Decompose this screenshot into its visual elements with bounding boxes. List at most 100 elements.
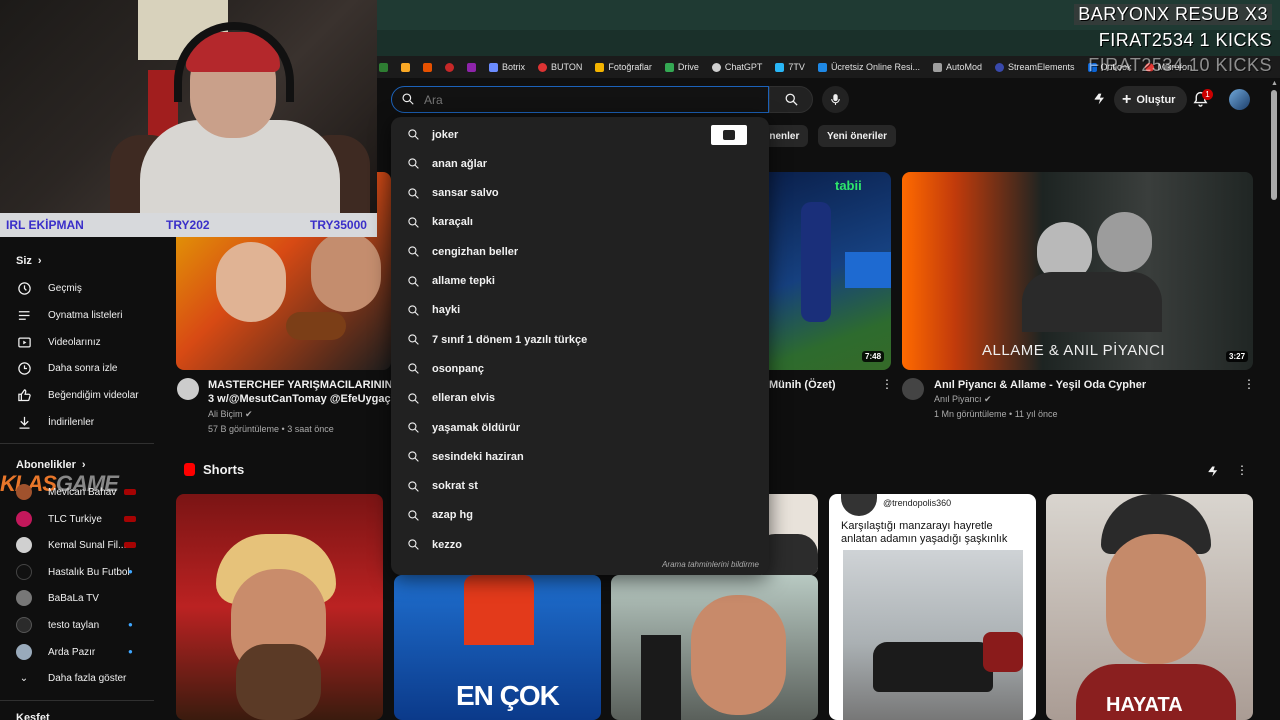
bookmark-extension-icon[interactable] [379,62,388,72]
bookmark-extension-icon[interactable] [467,62,476,72]
playlist-icon [14,308,34,323]
short-thumbnail[interactable]: EN ÇOK [394,575,601,720]
video-thumbnail[interactable]: tabii [755,172,891,370]
chevron-right-icon: › [81,459,86,471]
video-title[interactable]: Anıl Piyancı & Allame - Yeşil Oda Cypher [934,378,1234,392]
search-suggestion-item[interactable]: hayki [391,296,769,325]
extension-icon[interactable] [1092,91,1108,112]
screen: BARYONX RESUB X3 FIRAT2534 1 KICKS Botri… [0,0,1280,720]
suggestion-text: sesindeki haziran [432,450,524,463]
search-icon [401,92,415,111]
more-options-icon[interactable]: ⋮ [1243,377,1255,391]
sidebar-subscriptions-header[interactable]: Abonelikler › [16,459,86,471]
search-icon [407,450,420,463]
verified-icon: ✔ [245,409,253,419]
create-button[interactable]: + Oluştur [1114,86,1188,113]
subscription-item[interactable]: testo taylan [16,616,99,634]
short-thumbnail[interactable]: HAYATA [1046,494,1253,720]
video-title[interactable]: Münih (Özet) [769,378,879,392]
suggestion-text: sokrat st [432,480,478,493]
subscription-item[interactable]: Hastalık Bu Futbol [16,563,130,581]
search-icon [407,392,420,405]
search-icon [407,304,420,317]
video-title[interactable]: MASTERCHEF YARIŞMACILARININ RE [208,378,391,392]
bookmark-botrix[interactable]: Botrix [489,62,525,72]
thumbnail-text: ALLAME & ANIL PİYANCI [982,342,1166,359]
bookmark-drive[interactable]: Drive [664,62,699,72]
search-suggestion-item[interactable]: allame tepki [391,267,769,296]
bookmark-automod[interactable]: AutoMod [932,62,982,72]
donation-goal-target: TRY35000 [310,218,367,232]
subscription-item[interactable]: BaBaLa TV [16,589,99,607]
sidebar-show-more[interactable]: ⌄ Daha fazla göster [16,668,127,688]
suggestion-text: karaçalı [432,216,473,229]
short-thumbnail[interactable] [176,494,383,720]
more-options-icon[interactable]: ⋮ [881,377,893,391]
channel-avatar[interactable] [177,378,199,400]
donation-goal-current: TRY202 [166,218,210,232]
search-button[interactable] [769,86,813,113]
sidebar-item-liked-videos[interactable]: Beğendiğim videolar [14,385,139,405]
suggestion-text: cengizhan beller [432,245,519,258]
bookmark-ucretsiz[interactable]: Ücretsiz Online Resi... [817,62,920,72]
search-suggestion-item[interactable]: sansar salvo [391,179,769,208]
search-suggestion-item[interactable]: sokrat st [391,472,769,501]
sidebar-item-history[interactable]: Geçmiş [14,278,82,298]
subscription-item[interactable]: TLC Turkiye [16,510,102,528]
search-box[interactable] [391,86,769,113]
search-suggestion-item[interactable]: elleran elvis [391,384,769,413]
bookmark-extension-icon[interactable] [445,62,454,72]
channel-avatar [16,484,32,500]
bookmark-extension-icon[interactable] [401,62,410,72]
bookmark-chatgpt[interactable]: ChatGPT [711,62,762,72]
search-suggestion-item[interactable]: azap hg [391,501,769,530]
video-title-line2[interactable]: 3 w/@MesutCanTomay @EfeUygaçYou [208,392,391,406]
bookmark-7tv[interactable]: 7TV [775,62,805,72]
suggestion-text: elleran elvis [432,392,495,405]
search-suggestion-item[interactable]: 7 sınıf 1 dönem 1 yazılı türkçe [391,325,769,354]
search-input[interactable] [424,92,724,107]
short-thumbnail[interactable]: @trendopolis360 Karşılaştığı manzarayı h… [829,494,1036,720]
subscription-item[interactable]: Mevlcan Bahav [16,483,116,501]
scroll-up-arrow-icon[interactable]: ▲ [1271,80,1278,87]
video-channel-name[interactable]: Anıl Piyancı ✔ [934,394,992,405]
search-suggestion-item[interactable]: osonpanç [391,354,769,383]
search-suggestion-item[interactable]: karaçalı [391,208,769,237]
video-thumbnail[interactable]: ALLAME & ANIL PİYANCI [902,172,1253,370]
bookmark-streamelements[interactable]: StreamElements [995,62,1075,72]
sidebar-item-downloads[interactable]: İndirilenler [14,412,94,432]
search-suggestion-item[interactable]: anan ağlar [391,149,769,178]
plus-icon: + [1122,90,1132,108]
page-scrollbar[interactable] [1271,90,1277,200]
short-thumbnail[interactable] [611,575,818,720]
channel-avatar[interactable] [902,378,924,400]
search-icon [407,157,420,170]
voice-search-button[interactable] [822,86,849,113]
sidebar-item-watch-later[interactable]: Daha sonra izle [14,358,117,378]
sidebar-explore-header[interactable]: Keşfet [16,712,50,720]
subscription-item[interactable]: Kemal Sunal Fil... [16,536,126,554]
bookmark-buton[interactable]: BUTON [538,62,582,72]
report-predictions-link[interactable]: Arama tahminlerini bildirme [662,560,759,569]
overlay-kicks-text-2: FIRAT2534 10 KICKS [1088,55,1272,75]
search-suggestion-item[interactable]: joker [391,120,769,149]
suggestion-text: 7 sınıf 1 dönem 1 yazılı türkçe [432,333,588,346]
chip-new-recommendations[interactable]: Yeni öneriler [818,125,897,147]
search-suggestion-item[interactable]: sesindeki haziran [391,442,769,471]
account-avatar[interactable] [1229,89,1250,110]
sidebar-you-header[interactable]: Siz › [16,255,42,267]
bookmark-extension-icon[interactable] [423,62,432,72]
bookmark-fotograflar[interactable]: Fotoğraflar [595,62,652,72]
search-suggestion-item[interactable]: cengizhan beller [391,237,769,266]
extension-icon[interactable] [1206,464,1221,484]
more-options-icon[interactable]: ⋮ [1236,463,1248,477]
video-channel-name[interactable]: Ali Biçim ✔ [208,409,253,420]
search-suggestion-item[interactable]: yaşamak öldürür [391,413,769,442]
search-icon [407,362,420,375]
sidebar-item-your-videos[interactable]: Videolarınız [14,332,101,352]
overlay-resub-text: BARYONX RESUB X3 [1074,4,1272,25]
search-suggestion-item[interactable]: kezzo [391,530,769,559]
sidebar-item-playlists[interactable]: Oynatma listeleri [14,305,122,325]
subscription-item[interactable]: Arda Pazır [16,643,95,661]
suggestion-text: anan ağlar [432,157,488,170]
